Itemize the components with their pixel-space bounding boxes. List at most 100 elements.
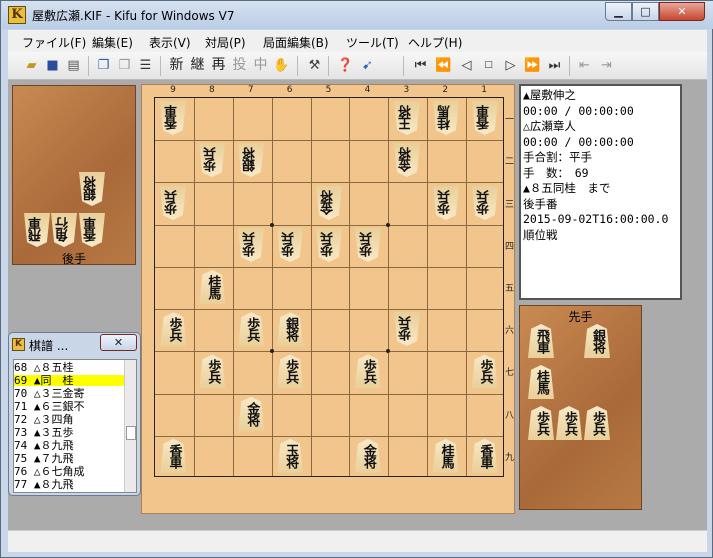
help-pointer-icon[interactable]: ➹ [358, 56, 377, 75]
grid-line [193, 98, 195, 476]
piece-sente[interactable]: 香車 [160, 438, 187, 473]
sente-hand-pawn[interactable]: 歩兵 [528, 406, 554, 440]
piece-gote[interactable]: 香車 [472, 101, 498, 135]
replay-button[interactable]: 再 [209, 56, 228, 75]
piece-gote[interactable]: 王将 [394, 101, 420, 135]
save-icon[interactable]: ■ [43, 56, 62, 75]
piece-gote[interactable]: 金将 [316, 186, 342, 220]
hand-icon[interactable]: ✋ [272, 56, 291, 75]
piece-sente[interactable]: 香車 [471, 438, 498, 473]
kifu-row[interactable]: 76 △６七角成 [14, 466, 126, 477]
kifu-row[interactable]: 74 ▲８九飛 [14, 440, 126, 451]
kifu-row[interactable]: 77 ▲８九飛 [14, 479, 126, 490]
piece-sente[interactable]: 歩兵 [199, 354, 226, 389]
menu-tools[interactable]: ツール(T) [346, 34, 399, 51]
gote-hand-bishop[interactable]: 角行 [51, 213, 77, 247]
first-move-icon[interactable]: ⏮ [411, 56, 430, 75]
new-button[interactable]: 新 [167, 56, 186, 75]
star-point [269, 349, 274, 354]
branch-back-icon[interactable]: ⇤ [575, 56, 594, 75]
menu-edit[interactable]: 編集(E) [92, 34, 133, 51]
kifu-row[interactable]: 70 △３三金寄 [14, 388, 126, 399]
piece-sente[interactable]: 歩兵 [471, 354, 498, 389]
piece-gote[interactable]: 金将 [394, 143, 420, 177]
gote-hand-silver[interactable]: 銀将 [79, 172, 105, 206]
grid-line [155, 140, 503, 142]
kifu-row[interactable]: 73 ▲３五歩 [14, 427, 126, 438]
menu-game[interactable]: 対局(P) [205, 34, 246, 51]
forward-ten-icon[interactable]: ⏩ [523, 56, 542, 75]
interrupt-button[interactable]: 中 [251, 56, 270, 75]
print-icon[interactable]: ▤ [64, 56, 83, 75]
forward-icon[interactable]: ▷ [501, 56, 520, 75]
grid-line [271, 98, 273, 476]
kifu-window[interactable]: K 棋譜 ... ✕ 68 △８五桂 69 ▲同 桂 70 △３三金寄 71 ▲６三銀… [8, 332, 141, 496]
piece-sente[interactable]: 歩兵 [354, 354, 381, 389]
piece-sente[interactable]: 桂馬 [199, 270, 226, 304]
piece-sente[interactable]: 歩兵 [277, 354, 304, 389]
open-icon[interactable]: ▰ [22, 56, 41, 75]
back-icon[interactable]: ◁ [457, 56, 476, 75]
branch-forward-icon[interactable]: ⇥ [597, 56, 616, 75]
star-point [269, 222, 274, 227]
resign-button[interactable]: 投 [230, 56, 249, 75]
sente-hand-pawn[interactable]: 歩兵 [584, 406, 610, 440]
menu-help[interactable]: ヘルプ(H) [408, 34, 462, 51]
piece-gote[interactable]: 歩兵 [316, 228, 342, 262]
sente-hand-pawn[interactable]: 歩兵 [556, 406, 582, 440]
piece-gote[interactable]: 歩兵 [472, 186, 498, 220]
piece-sente[interactable]: 玉将 [277, 438, 304, 473]
status-bar [8, 530, 707, 552]
piece-sente[interactable]: 歩兵 [160, 312, 187, 347]
piece-gote[interactable]: 歩兵 [277, 228, 303, 262]
kifu-row[interactable]: 75 ▲７九飛 [14, 453, 126, 464]
copy-icon[interactable]: ❐ [94, 56, 113, 75]
piece-sente[interactable]: 銀将 [277, 312, 304, 347]
kifu-row[interactable]: 68 △８五桂 [14, 362, 126, 373]
stop-icon[interactable]: □ [479, 56, 498, 75]
menu-view[interactable]: 表示(V) [149, 34, 191, 51]
sente-hand-rook[interactable]: 飛車 [528, 324, 554, 358]
piece-gote[interactable]: 銀将 [238, 143, 264, 177]
grid-line [155, 266, 503, 268]
piece-sente[interactable]: 歩兵 [238, 312, 265, 347]
kifu-close-button[interactable]: ✕ [100, 334, 137, 351]
kifu-scroll-thumb[interactable] [126, 426, 136, 440]
sente-hand-silver[interactable]: 銀将 [584, 324, 610, 358]
piece-gote[interactable]: 歩兵 [199, 143, 225, 177]
piece-sente[interactable]: 金将 [354, 438, 381, 473]
piece-gote[interactable]: 歩兵 [394, 312, 420, 346]
sente-hand-knight[interactable]: 桂馬 [528, 365, 554, 399]
piece-sente[interactable]: 桂馬 [432, 438, 459, 473]
kifu-row[interactable]: 71 ▲６三銀不 [14, 401, 126, 412]
minimize-button[interactable]: ▁ [605, 2, 632, 21]
gote-hand-rook[interactable]: 飛車 [24, 213, 50, 247]
kifu-move-list[interactable]: 68 △８五桂 69 ▲同 桂 70 △３三金寄 71 ▲６三銀不 72 △３四角 73 … [13, 359, 137, 493]
last-move-icon[interactable]: ⏭ [545, 56, 564, 75]
piece-gote[interactable]: 歩兵 [355, 228, 381, 262]
maximize-button[interactable]: □ [632, 2, 659, 21]
app-icon[interactable]: K [8, 6, 26, 24]
tool-icon[interactable]: ⚒ [305, 56, 324, 75]
rank-label: 一 [505, 115, 515, 126]
menu-file[interactable]: ファイル(F) [22, 34, 86, 51]
kifu-row[interactable]: 69 ▲同 桂 [14, 375, 126, 386]
kifu-row[interactable]: 72 △３四角 [14, 414, 126, 425]
paste-icon[interactable]: ❒ [115, 56, 134, 75]
title-bar: K 屋敷広瀬.KIF - Kifu for Windows V7 ▁ □ ✕ [2, 1, 713, 29]
piece-gote[interactable]: 桂馬 [433, 101, 459, 135]
continue-button[interactable]: 継 [188, 56, 207, 75]
info-line: 手 数： 69 [523, 165, 589, 180]
back-ten-icon[interactable]: ⏪ [434, 56, 453, 75]
piece-gote[interactable]: 香車 [160, 101, 186, 135]
piece-gote[interactable]: 歩兵 [433, 186, 459, 220]
help-icon[interactable]: ❓ [336, 56, 355, 75]
kifu-scrollbar[interactable] [124, 360, 136, 492]
list-icon[interactable]: ☰ [136, 56, 155, 75]
piece-gote[interactable]: 歩兵 [238, 228, 264, 262]
menu-position-edit[interactable]: 局面編集(B) [263, 34, 329, 51]
piece-sente[interactable]: 金将 [238, 396, 265, 431]
close-button[interactable]: ✕ [659, 2, 705, 21]
gote-hand-lance[interactable]: 香車 [79, 213, 105, 247]
piece-gote[interactable]: 歩兵 [160, 186, 186, 220]
